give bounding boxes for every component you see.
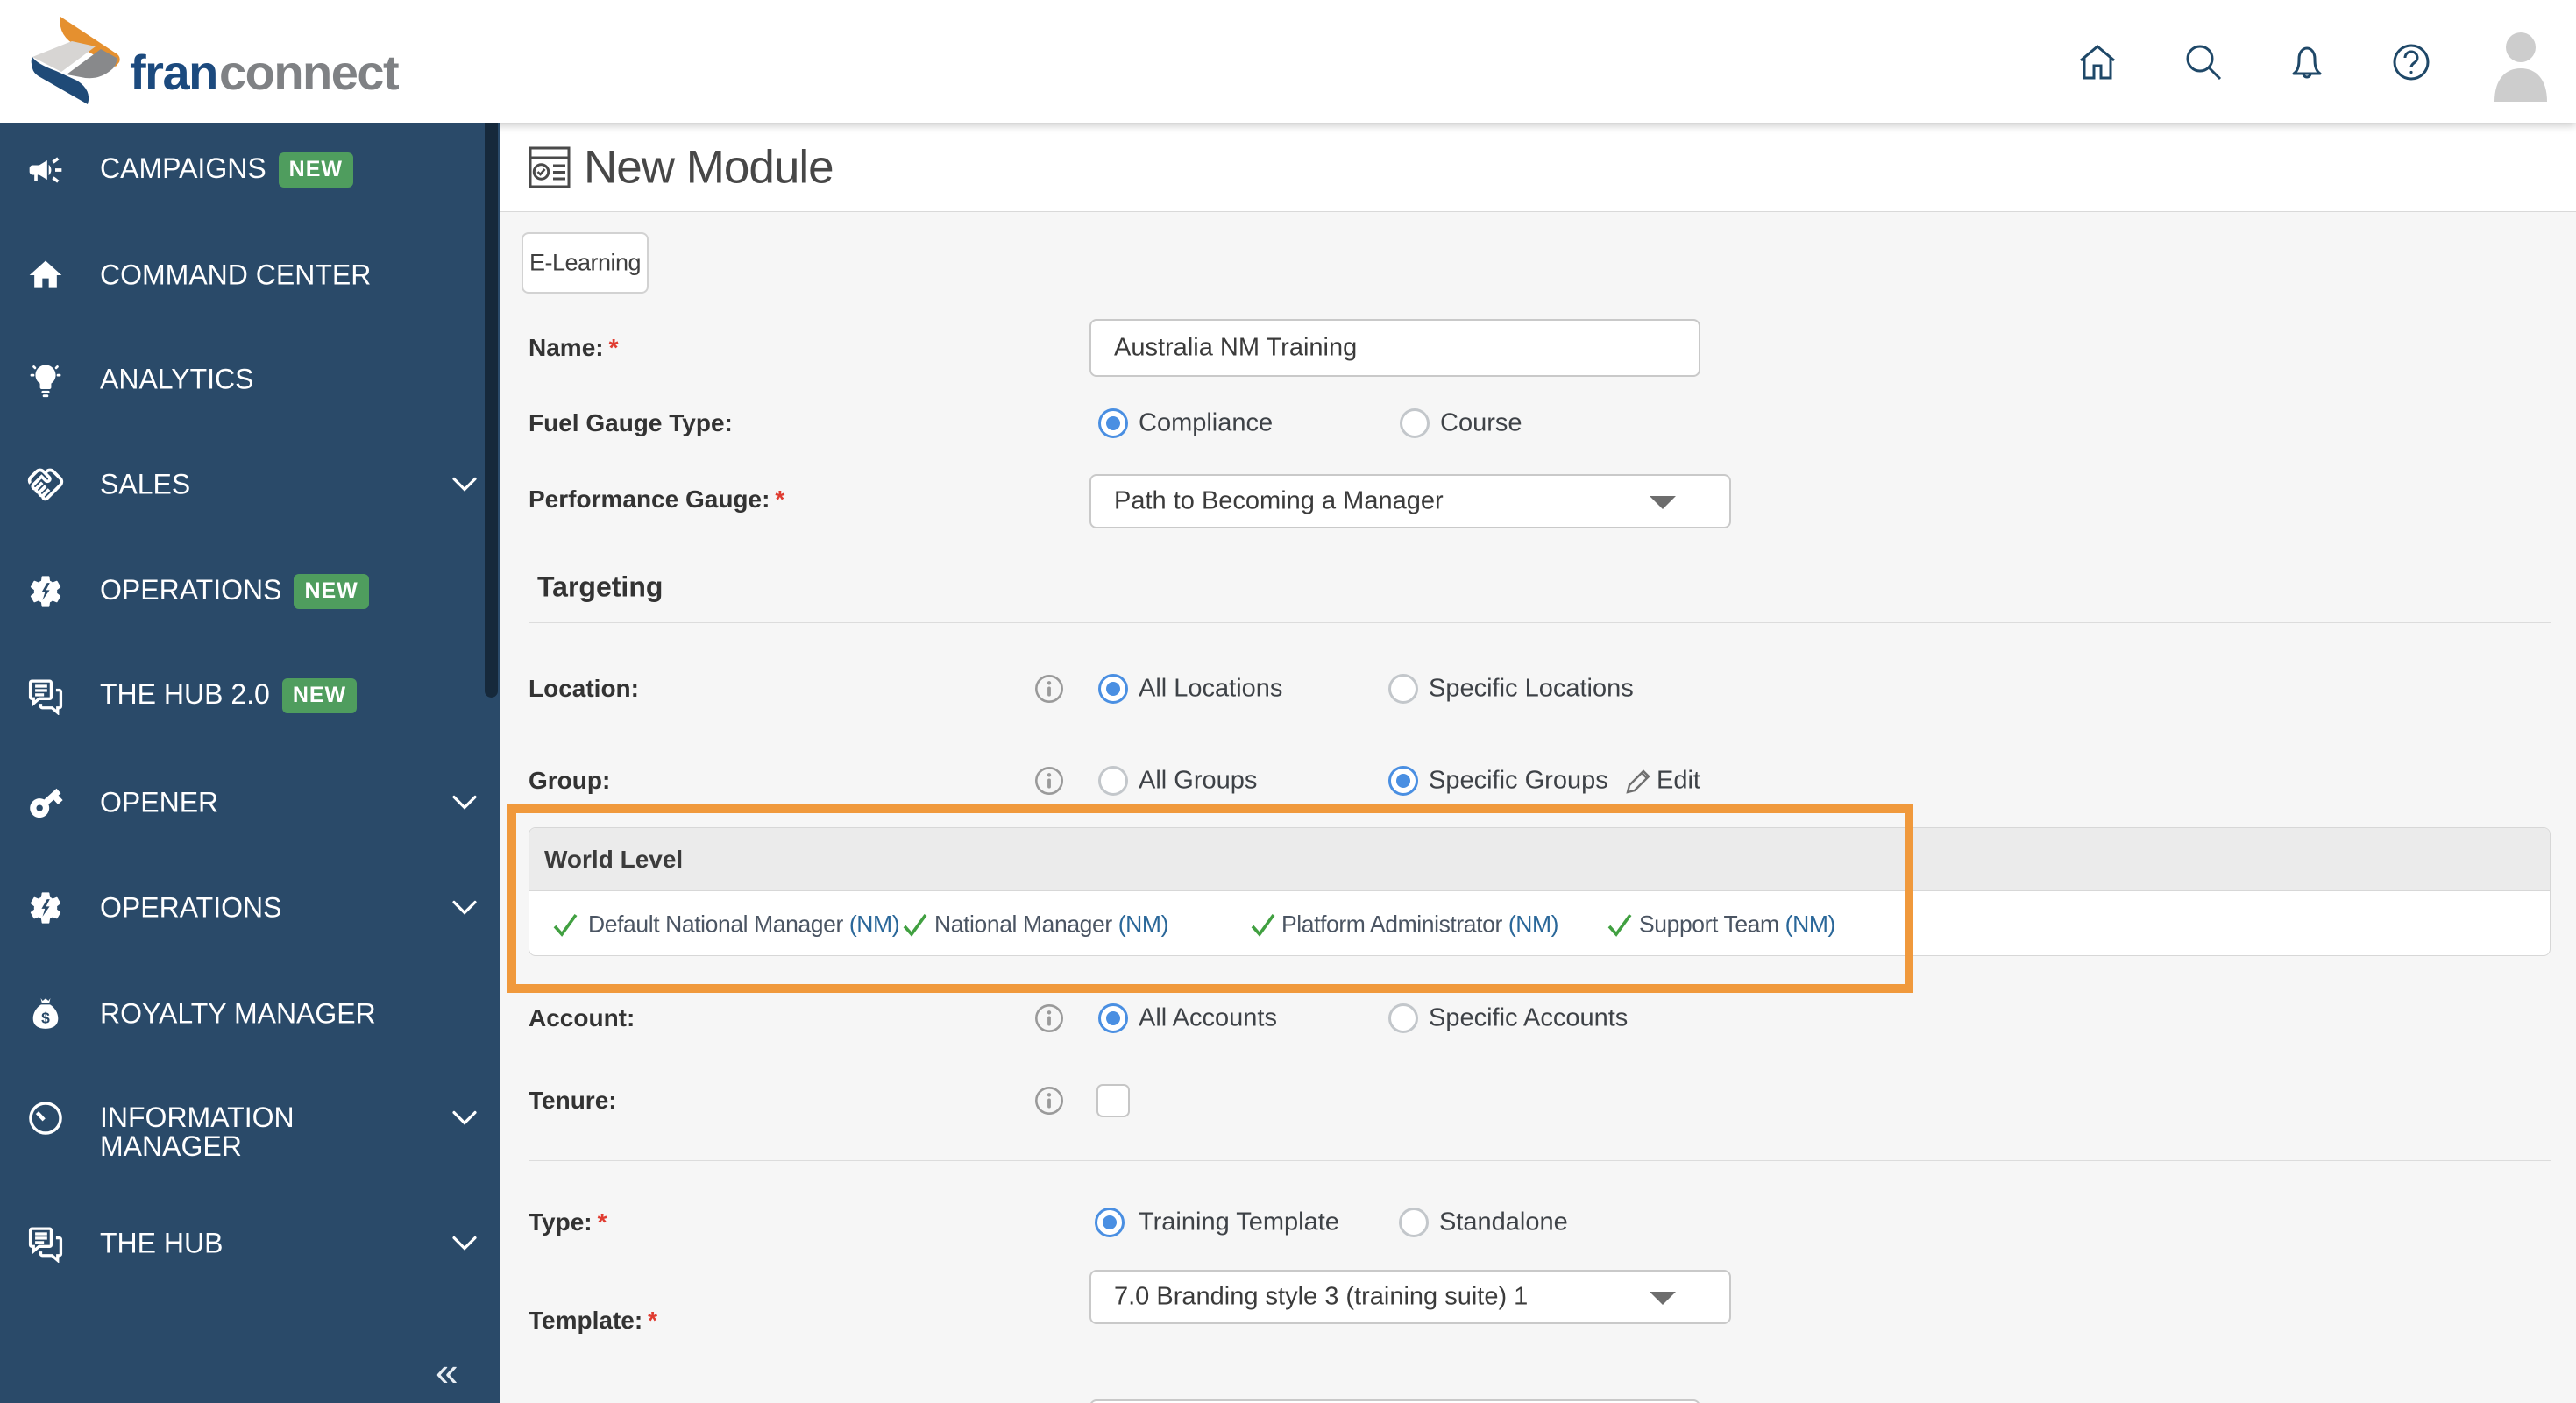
svg-text:$: $	[41, 1009, 50, 1026]
svg-text:connect: connect	[219, 45, 399, 100]
svg-text:fran: fran	[130, 45, 217, 100]
